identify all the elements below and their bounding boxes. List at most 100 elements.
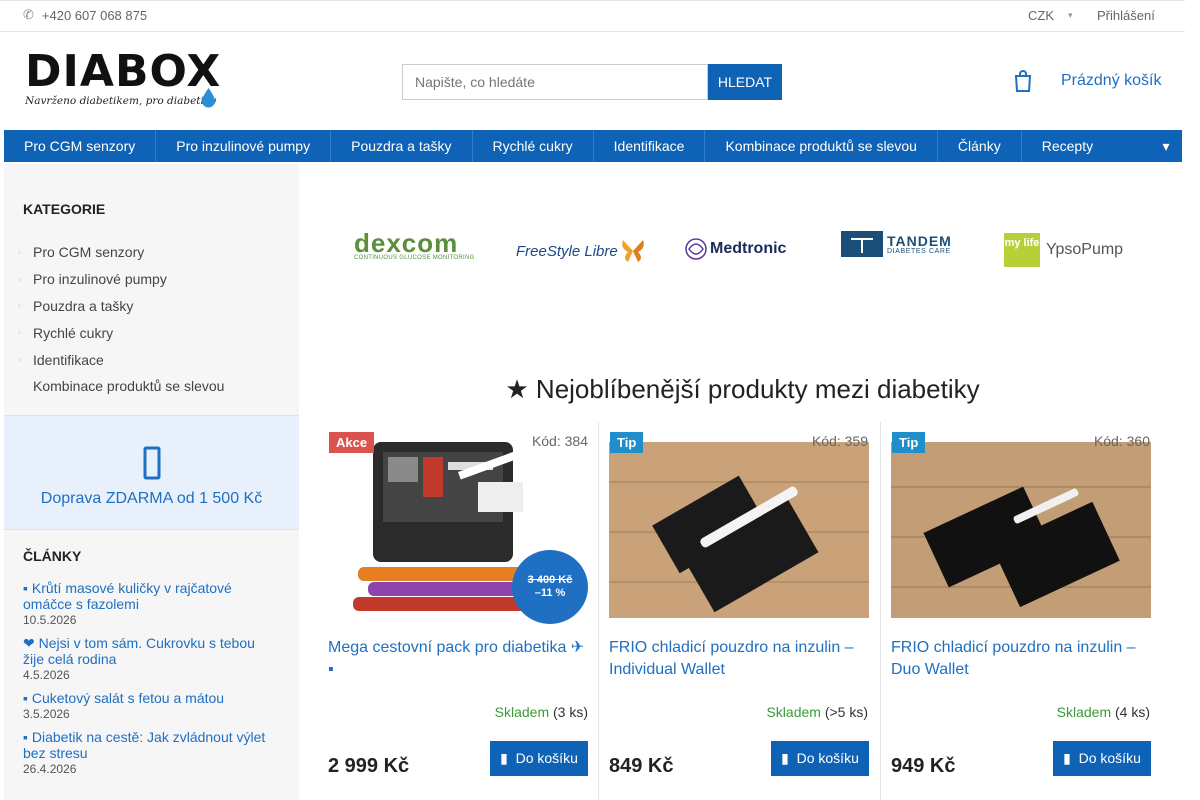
add-to-cart-button[interactable]: ▮ Do košíku xyxy=(490,741,588,776)
old-price: 3 400 Kč xyxy=(527,574,573,586)
product-card: Tip Kód: 360 FRIO chladicí pouzdro na in… xyxy=(880,422,1161,800)
truck-icon xyxy=(4,442,299,482)
sidebar: KATEGORIE ◦ Pro CGM senzory ◦ Pro inzulino… xyxy=(4,164,299,800)
articles-heading: ČLÁNKY xyxy=(23,548,82,564)
nav-item-identification[interactable]: Identifikace xyxy=(594,130,706,162)
category-item[interactable]: ◦ Pro CGM senzory xyxy=(18,239,299,266)
stock-status: Skladem xyxy=(1056,704,1112,720)
brand-medtronic[interactable]: Medtronic xyxy=(684,237,786,261)
utensils-icon: ▪ xyxy=(23,580,32,596)
brand-ypsopump[interactable]: my life YpsoPump xyxy=(1004,233,1123,267)
brand-freestyle-libre[interactable]: FreeStyle Libre xyxy=(516,238,646,264)
main-navigation: Pro CGM senzory Pro inzulinové pumpy Pou… xyxy=(4,130,1182,162)
login-link[interactable]: Přihlášení xyxy=(1097,8,1155,23)
brand-tandem[interactable]: TANDEM DIABETES CARE xyxy=(841,231,952,257)
phone-contact[interactable]: ✆ +420 607 068 875 xyxy=(23,7,147,23)
currency-label: CZK xyxy=(1028,8,1054,23)
nav-item-bundles[interactable]: Kombinace produktů se slevou xyxy=(705,130,938,162)
stock-info: Skladem (4 ks) xyxy=(1057,704,1150,720)
search-input[interactable] xyxy=(402,64,708,100)
cart-icon: ▮ xyxy=(1063,750,1079,766)
article-title[interactable]: ▪ Cuketový salát s fetou a mátou xyxy=(23,690,278,706)
chevron-down-icon: ▾ xyxy=(1162,138,1170,154)
product-card: Akce Kód: 384 3 400 Kč –11 % Mega cestov… xyxy=(318,422,599,800)
bullet-icon: ◦ xyxy=(18,355,21,365)
brand-tagline: DIABETES CARE xyxy=(887,247,951,255)
stock-count: (>5 ks) xyxy=(824,704,868,720)
nav-item-recipes[interactable]: Recepty xyxy=(1022,130,1113,162)
nav-more-button[interactable]: ▾ xyxy=(1150,130,1182,162)
nav-item-cgm[interactable]: Pro CGM senzory xyxy=(4,130,157,162)
search-button[interactable]: HLEDAT xyxy=(708,64,782,100)
category-label: Kombinace produktů se slevou xyxy=(33,378,225,395)
product-price: 849 Kč xyxy=(609,755,674,777)
product-code: Kód: 359 xyxy=(811,433,868,449)
butterfly-icon xyxy=(621,240,644,262)
phone-icon: ✆ xyxy=(23,7,34,22)
product-price: 949 Kč xyxy=(891,755,956,777)
brand-name: dexcom xyxy=(354,228,459,258)
chevron-down-icon: ▾ xyxy=(1068,10,1073,20)
free-shipping-text: Doprava ZDARMA od 1 500 Kč xyxy=(40,490,263,507)
article-date: 10.5.2026 xyxy=(23,613,77,627)
stock-info: Skladem (3 ks) xyxy=(495,704,588,720)
bullet-icon: ◦ xyxy=(18,247,21,257)
search-bar: HLEDAT xyxy=(402,64,782,100)
brand-tagline: CONTINUOUS GLUCOSE MONITORING xyxy=(354,255,475,261)
product-name[interactable]: FRIO chladicí pouzdro na inzulin – Indiv… xyxy=(609,637,871,681)
stock-info: Skladem (>5 ks) xyxy=(766,704,868,720)
sale-badge: Akce xyxy=(329,432,375,453)
article-date: 3.5.2026 xyxy=(23,707,70,721)
phone-number: +420 607 068 875 xyxy=(41,7,148,23)
category-label: Pro CGM senzory xyxy=(33,244,145,261)
add-to-cart-button[interactable]: ▮ Do košíku xyxy=(1053,741,1151,776)
nav-item-insulin-pumps[interactable]: Pro inzulinové pumpy xyxy=(156,130,332,162)
mylife-badge: my life xyxy=(1004,233,1040,267)
tip-badge: Tip xyxy=(892,432,926,453)
free-shipping-banner[interactable]: Doprava ZDARMA od 1 500 Kč xyxy=(4,415,299,530)
article-title[interactable]: ▪ Krůtí masové kuličky v rajčatové omáčc… xyxy=(23,580,278,612)
stock-count: (4 ks) xyxy=(1115,704,1150,720)
article-title[interactable]: ▪ Diabetik na cestě: Jak zvládnout výlet… xyxy=(23,729,278,761)
article-item[interactable]: ❤ Nejsi v tom sám. Cukrovku s tebou žije… xyxy=(23,635,278,682)
article-item[interactable]: ▪ Diabetik na cestě: Jak zvládnout výlet… xyxy=(23,729,278,776)
category-label: Identifikace xyxy=(33,351,104,368)
logo-title: DIABOX xyxy=(25,46,222,97)
currency-selector[interactable]: CZK ▾ xyxy=(1028,8,1073,23)
logo[interactable]: DIABOX Navrženo diabetikem, pro diabetik… xyxy=(25,50,225,114)
nav-item-cases[interactable]: Pouzdra a tašky xyxy=(331,130,473,162)
product-name[interactable]: Mega cestovní pack pro diabetika ✈ ▪ xyxy=(328,637,590,681)
category-item[interactable]: Kombinace produktů se slevou xyxy=(18,373,299,400)
cart-widget[interactable]: Prázdný košík xyxy=(1014,70,1161,92)
add-to-cart-button[interactable]: ▮ Do košíku xyxy=(771,741,869,776)
article-title[interactable]: ❤ Nejsi v tom sám. Cukrovku s tebou žije… xyxy=(23,635,278,667)
brand-name: FreeStyle Libre xyxy=(516,242,618,260)
suitcase-icon: ▪ xyxy=(328,661,334,678)
category-label: Rychlé cukry xyxy=(33,324,114,341)
utensils-icon: ▪ xyxy=(23,690,32,706)
nav-item-fast-sugars[interactable]: Rychlé cukry xyxy=(473,130,594,162)
product-card: Tip Kód: 359 FRIO chladicí pouzdro na in… xyxy=(598,422,879,800)
discount-badge: 3 400 Kč –11 % xyxy=(512,550,588,624)
article-item[interactable]: ▪ Cuketový salát s fetou a mátou 3.5.202… xyxy=(23,690,278,721)
category-item[interactable]: ◦ Pouzdra a tašky xyxy=(18,293,299,320)
category-item[interactable]: ◦ Rychlé cukry xyxy=(18,319,299,346)
article-item[interactable]: ▪ Krůtí masové kuličky v rajčatové omáčc… xyxy=(23,580,278,627)
top-bar: ✆ +420 607 068 875 CZK ▾ Přihlášení xyxy=(0,0,1185,32)
category-item[interactable]: ◦ Identifikace xyxy=(18,346,299,373)
article-date: 26.4.2026 xyxy=(23,762,77,776)
product-name[interactable]: FRIO chladicí pouzdro na inzulin – Duo W… xyxy=(891,637,1153,681)
cart-icon: ▮ xyxy=(500,750,516,766)
brand-dexcom[interactable]: dexcom CONTINUOUS GLUCOSE MONITORING xyxy=(354,228,475,261)
category-label: Pro inzulinové pumpy xyxy=(33,271,167,288)
category-item[interactable]: ◦ Pro inzulinové pumpy xyxy=(18,266,299,293)
product-price: 2 999 Kč xyxy=(328,755,410,777)
article-date: 4.5.2026 xyxy=(23,668,70,682)
product-image[interactable] xyxy=(891,442,1151,618)
logo-subtitle: Navrženo diabetikem, pro diabetiky xyxy=(25,95,217,107)
product-image[interactable] xyxy=(609,442,869,618)
product-code: Kód: 384 xyxy=(531,433,588,449)
cart-icon xyxy=(1014,70,1032,92)
nav-item-articles[interactable]: Články xyxy=(938,130,1022,162)
star-icon: ★ xyxy=(505,374,536,404)
